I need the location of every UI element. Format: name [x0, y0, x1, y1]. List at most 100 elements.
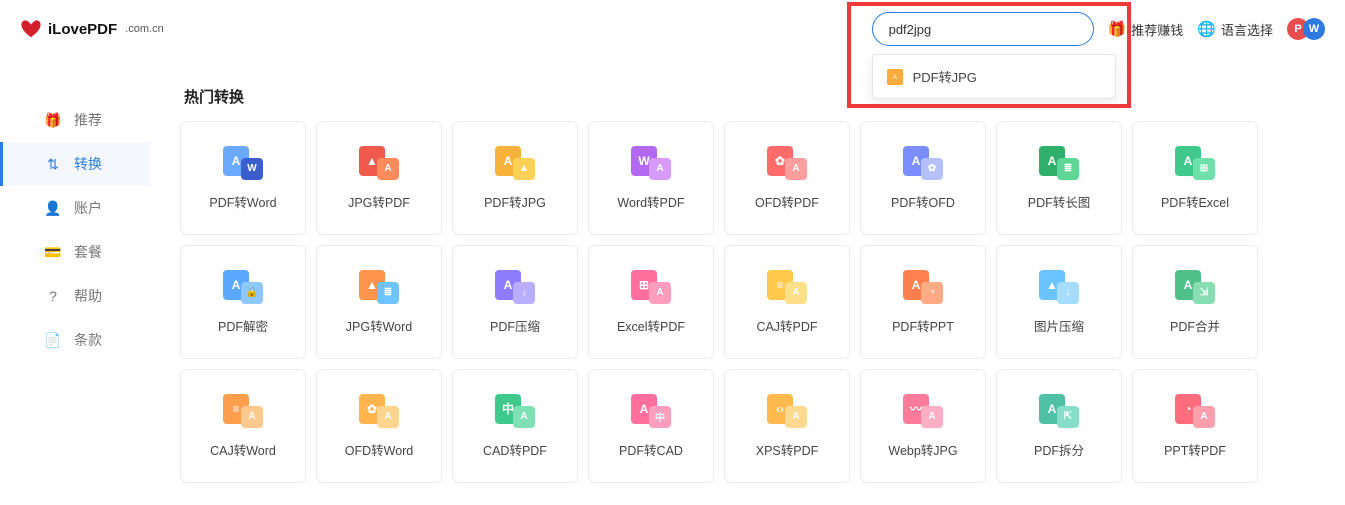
card-icon: A⇲: [1175, 270, 1215, 304]
card-icon: A中: [631, 394, 671, 428]
card-label: Excel转PDF: [617, 316, 685, 335]
search-wrap: A PDF转JPG: [872, 12, 1094, 46]
brand-name: iLovePDF: [48, 21, 117, 38]
card-label: PDF转PPT: [892, 316, 954, 335]
tool-card-23[interactable]: ◔A PPT转PDF: [1132, 369, 1258, 483]
header-right: A PDF转JPG 🎁 推荐赚钱 🌐 语言选择 P W: [872, 12, 1325, 46]
main: 热门转换 AWPDF转Word▲AJPG转PDFA▲PDF转JPGWAWord转…: [150, 58, 1345, 503]
tool-card-6[interactable]: A≣ PDF转长图: [996, 121, 1122, 235]
tool-card-7[interactable]: A⊞PDF转Excel: [1132, 121, 1258, 235]
tool-card-18[interactable]: 中A CAD转PDF: [452, 369, 578, 483]
card-icon: ▲A: [359, 146, 399, 180]
sidebar-item-5[interactable]: 📄 条款: [0, 318, 150, 362]
card-icon: 〰A: [903, 394, 943, 428]
card-label: PDF转OFD: [891, 192, 955, 211]
sidebar-item-label: 条款: [74, 330, 102, 350]
tool-card-15[interactable]: A⇲ PDF合并: [1132, 245, 1258, 359]
card-label: XPS转PDF: [756, 440, 819, 459]
card-icon: ≡A: [223, 394, 263, 428]
card-label: OFD转Word: [345, 440, 414, 459]
language-label: 语言选择: [1221, 20, 1273, 39]
tool-card-11[interactable]: ⊞AExcel转PDF: [588, 245, 714, 359]
card-label: PDF转CAD: [619, 440, 683, 459]
card-icon: A≣: [1039, 146, 1079, 180]
tool-card-20[interactable]: ‹›A XPS转PDF: [724, 369, 850, 483]
language-link[interactable]: 🌐 语言选择: [1197, 20, 1273, 39]
sidebar-item-2[interactable]: 👤 账户: [0, 186, 150, 230]
header: iLovePDF .com.cn A PDF转JPG 🎁 推荐赚钱 🌐 语言选择 …: [0, 0, 1345, 58]
svg-text:A: A: [893, 75, 897, 81]
search-input[interactable]: [872, 12, 1094, 46]
search-dropdown: A PDF转JPG: [872, 54, 1116, 99]
sidebar-item-label: 帮助: [74, 286, 102, 306]
card-label: PDF解密: [218, 316, 268, 335]
card-label: Webp转JPG: [888, 440, 957, 459]
sidebar-item-3[interactable]: 💳套餐: [0, 230, 150, 274]
search-suggestion[interactable]: A PDF转JPG: [873, 59, 1115, 94]
sidebar-item-label: 转换: [74, 154, 102, 174]
card-icon: ✿A: [767, 146, 807, 180]
sidebar-item-1[interactable]: ⇅ 转换: [0, 142, 150, 186]
user-icon: 👤: [44, 200, 62, 217]
tool-card-16[interactable]: ≡A CAJ转Word: [180, 369, 306, 483]
gift-icon: 🎁: [1108, 20, 1127, 38]
app-badges[interactable]: P W: [1287, 18, 1325, 40]
card-icon: AW: [223, 146, 263, 180]
tool-card-22[interactable]: A⇱PDF拆分: [996, 369, 1122, 483]
card-icon: ◔A: [1175, 394, 1215, 428]
sidebar-item-label: 推荐: [74, 110, 102, 130]
card-icon: ✿A: [359, 394, 399, 428]
card-label: PPT转PDF: [1164, 440, 1226, 459]
suggestion-icon: A: [887, 69, 903, 85]
sidebar: 🎁推荐 ⇅ 转换 👤 账户 💳套餐? 帮助 📄 条款: [0, 58, 150, 503]
tool-card-13[interactable]: A◔ PDF转PPT: [860, 245, 986, 359]
card-label: OFD转PDF: [755, 192, 819, 211]
card-icon: ▲≣: [359, 270, 399, 304]
card-label: PDF转长图: [1028, 192, 1091, 211]
tool-card-5[interactable]: A✿PDF转OFD: [860, 121, 986, 235]
brand-suffix: .com.cn: [125, 23, 164, 35]
doc-icon: 📄: [44, 332, 62, 349]
card-label: PDF转JPG: [484, 192, 546, 211]
tool-card-21[interactable]: 〰A Webp转JPG: [860, 369, 986, 483]
swap-icon: ⇅: [44, 156, 62, 173]
tool-card-1[interactable]: ▲A JPG转PDF: [316, 121, 442, 235]
cards-grid: AWPDF转Word▲AJPG转PDFA▲PDF转JPGWAWord转PDF✿A…: [180, 121, 1325, 483]
help-icon: ?: [44, 288, 62, 304]
heart-icon: [20, 18, 42, 40]
tool-card-12[interactable]: ≡ACAJ转PDF: [724, 245, 850, 359]
card-label: CAJ转Word: [210, 440, 276, 459]
card-icon: ▲↓: [1039, 270, 1079, 304]
globe-icon: 🌐: [1197, 20, 1216, 38]
card-icon: ‹›A: [767, 394, 807, 428]
layout: 🎁推荐⇅转换👤账户💳套餐?帮助📄条款 热门转换 AWPDF转Word▲AJPG转…: [0, 58, 1345, 503]
card-icon: A▲: [495, 146, 535, 180]
card-label: PDF合并: [1170, 316, 1220, 335]
tool-card-8[interactable]: A🔒PDF解密: [180, 245, 306, 359]
suggestion-label: PDF转JPG: [913, 67, 977, 86]
recommend-link[interactable]: 🎁 推荐赚钱: [1108, 20, 1184, 39]
tool-card-14[interactable]: ▲↓图片压缩: [996, 245, 1122, 359]
card-label: JPG转Word: [346, 316, 412, 335]
tool-card-17[interactable]: ✿A OFD转Word: [316, 369, 442, 483]
card-label: CAD转PDF: [483, 440, 547, 459]
tool-card-0[interactable]: AW PDF转Word: [180, 121, 306, 235]
card-label: JPG转PDF: [348, 192, 410, 211]
sidebar-item-4[interactable]: ? 帮助: [0, 274, 150, 318]
logo[interactable]: iLovePDF .com.cn: [20, 18, 164, 40]
card-icon: WA: [631, 146, 671, 180]
sidebar-item-0[interactable]: 🎁推荐: [0, 98, 150, 142]
tool-card-4[interactable]: ✿A OFD转PDF: [724, 121, 850, 235]
tool-card-10[interactable]: A↓PDF压缩: [452, 245, 578, 359]
tool-card-3[interactable]: WAWord转PDF: [588, 121, 714, 235]
sidebar-item-label: 账户: [74, 198, 102, 218]
tool-card-19[interactable]: A中 PDF转CAD: [588, 369, 714, 483]
badge-w: W: [1303, 18, 1325, 40]
card-icon: ≡A: [767, 270, 807, 304]
card-icon: A◔: [903, 270, 943, 304]
card-icon: A⇱: [1039, 394, 1079, 428]
tool-card-9[interactable]: ▲≣ JPG转Word: [316, 245, 442, 359]
tool-card-2[interactable]: A▲ PDF转JPG: [452, 121, 578, 235]
card-icon: 中A: [495, 394, 535, 428]
card-label: PDF转Word: [209, 192, 276, 211]
